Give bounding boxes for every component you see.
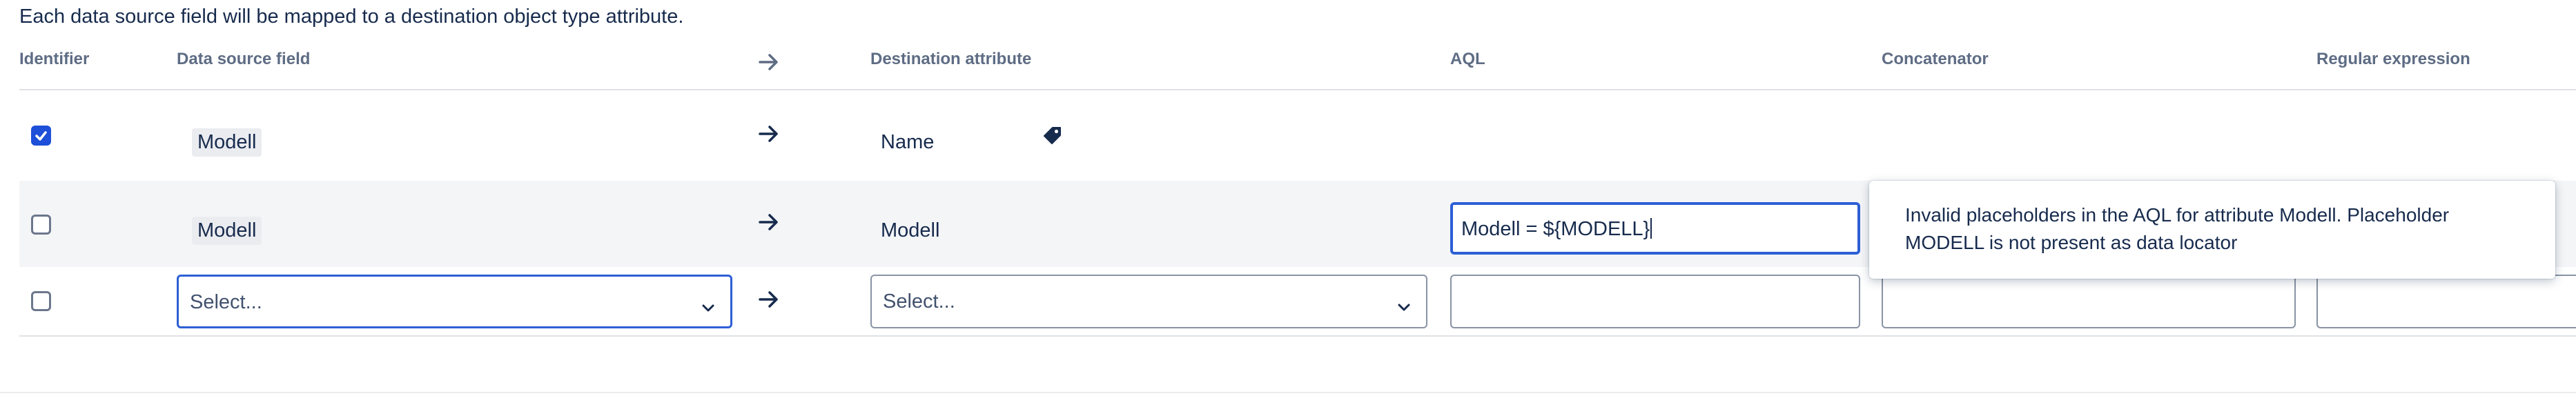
header-destination-attribute: Destination attribute — [870, 50, 1032, 68]
section-divider — [0, 392, 2576, 393]
aql-input-value: Modell = ${MODELL} — [1461, 218, 1650, 240]
aql-input-row-2[interactable]: Modell = ${MODELL} — [1450, 202, 1860, 255]
header-concatenator: Concatenator — [1882, 50, 1989, 68]
header-identifier: Identifier — [19, 50, 90, 68]
mapping-description: Each data source field will be mapped to… — [19, 6, 684, 28]
identifier-checkbox-new-row[interactable] — [31, 291, 51, 311]
table-bottom-divider — [19, 335, 2576, 337]
check-icon — [35, 131, 47, 141]
arrow-right-icon — [758, 212, 780, 232]
data-source-field-tag-row-1: Modell — [192, 128, 262, 157]
header-aql: AQL — [1450, 50, 1485, 68]
data-source-field-select[interactable]: Select... — [177, 275, 732, 328]
chevron-down-icon — [701, 296, 715, 319]
destination-attribute-row-2: Modell — [881, 219, 940, 241]
arrow-right-icon — [758, 52, 780, 72]
aql-input-new-row[interactable] — [1450, 275, 1860, 328]
text-caret — [1650, 218, 1652, 239]
tag-icon — [1042, 126, 1063, 150]
tooltip-message: Invalid placeholders in the AQL for attr… — [1905, 204, 2450, 253]
identifier-checkbox-row-2[interactable] — [31, 215, 51, 235]
arrow-right-icon — [758, 290, 780, 309]
destination-attribute-select[interactable]: Select... — [870, 275, 1427, 328]
header-regular-expression: Regular expression — [2316, 50, 2470, 68]
select-placeholder: Select... — [190, 291, 262, 313]
concatenator-input[interactable] — [1882, 275, 2296, 328]
destination-attribute-row-1: Name — [881, 131, 935, 153]
header-data-source-field: Data source field — [177, 50, 311, 68]
identifier-checkbox-row-1[interactable] — [31, 126, 51, 146]
arrow-right-icon — [758, 124, 780, 143]
header-divider — [19, 89, 2576, 90]
select-placeholder: Select... — [883, 290, 955, 313]
data-source-field-tag-row-2: Modell — [192, 217, 262, 245]
regular-expression-input[interactable] — [2316, 275, 2576, 328]
aql-error-tooltip: Invalid placeholders in the AQL for attr… — [1869, 181, 2555, 279]
chevron-down-icon — [1397, 295, 1411, 318]
